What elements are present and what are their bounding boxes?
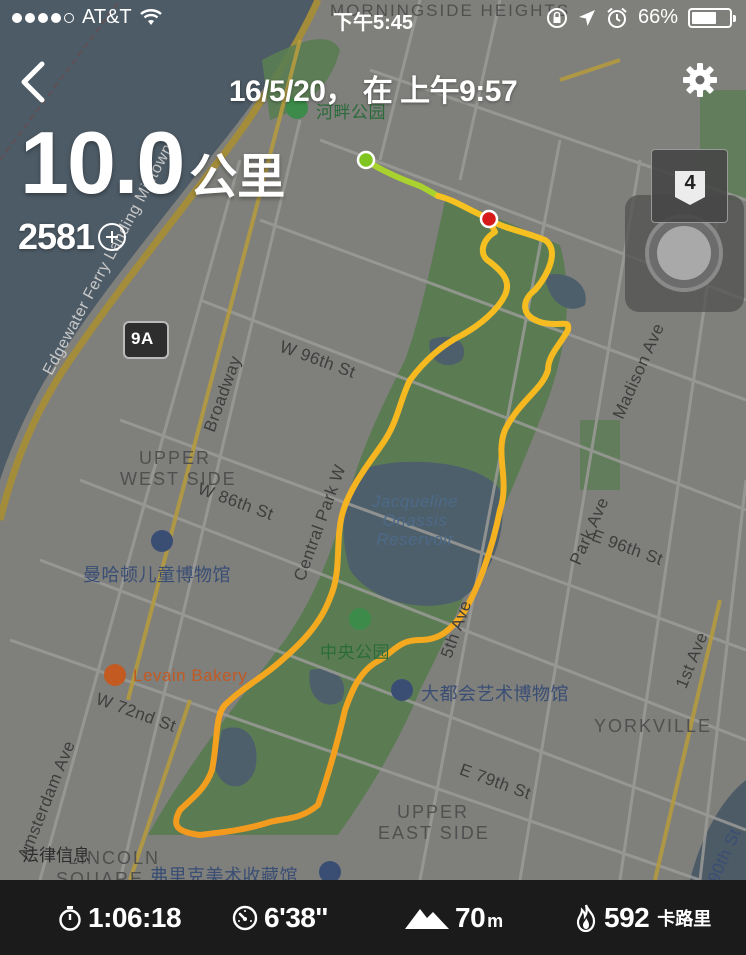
- gear-icon: [683, 63, 717, 97]
- speedometer-icon: [232, 905, 258, 931]
- alarm-icon: [607, 7, 627, 28]
- end-marker: [479, 209, 499, 229]
- map-label-yorkville: YORKVILLE: [594, 716, 713, 736]
- layer-button[interactable]: 4: [651, 149, 728, 223]
- calories-unit: 卡路里: [657, 909, 712, 929]
- duration-value: 1:06:18: [88, 902, 182, 933]
- elevation-unit: m: [487, 910, 504, 931]
- rotation-lock-icon: [546, 7, 567, 28]
- pace-value: 6'38'': [264, 902, 328, 933]
- legal-link[interactable]: 法律信息: [22, 841, 90, 866]
- elevation-value: 70: [455, 902, 486, 933]
- stat-elevation: 70 m: [405, 902, 503, 934]
- settings-button[interactable]: [680, 60, 720, 100]
- map-label-met-museum: 大都会艺术博物馆: [421, 684, 569, 704]
- map-label-reservoir: Jacqueline Onassis Reservoir: [371, 492, 459, 549]
- status-right: 66%: [546, 6, 736, 29]
- map-label-childrens-museum: 曼哈顿儿童博物馆: [83, 565, 231, 585]
- stat-calories: 592 卡路里: [574, 902, 711, 934]
- start-marker: [356, 150, 376, 170]
- map-label-highway: 9A: [131, 329, 154, 348]
- distance-value: 10.0: [20, 113, 185, 212]
- mountain-icon: [405, 909, 449, 929]
- plus-circle-icon: [98, 223, 127, 251]
- map-label-levain: Levain Bakery: [133, 666, 248, 685]
- stats-bar: 1:06:18 6'38'' 70 m 592 卡路里: [0, 880, 746, 955]
- stat-pace: 6'38'': [232, 902, 328, 934]
- distance-summary: 10.0 公里: [20, 112, 285, 214]
- location-arrow-icon: [578, 9, 595, 26]
- stat-duration: 1:06:18: [58, 902, 182, 934]
- locate-ring: [645, 214, 723, 292]
- map-label-central-park: 中央公园: [320, 643, 390, 662]
- status-bar: AT&T 下午5:45 66%: [0, 0, 746, 36]
- activity-date: 16/5/20， 在 上午9:57: [228, 75, 518, 108]
- score-summary[interactable]: 2581: [18, 216, 127, 258]
- flame-icon: [576, 904, 596, 932]
- battery-icon: [688, 7, 736, 28]
- map-label-upper-east: UPPER EAST SIDE: [378, 802, 490, 843]
- map-label-frick: 弗里克美术收藏馆: [150, 866, 298, 880]
- score-value: 2581: [18, 216, 95, 257]
- stopwatch-icon: [59, 906, 81, 931]
- calories-value: 592: [604, 902, 650, 933]
- layer-badge-number: 4: [684, 172, 696, 194]
- distance-unit: 公里: [189, 151, 286, 204]
- battery-percent: 66%: [637, 6, 678, 28]
